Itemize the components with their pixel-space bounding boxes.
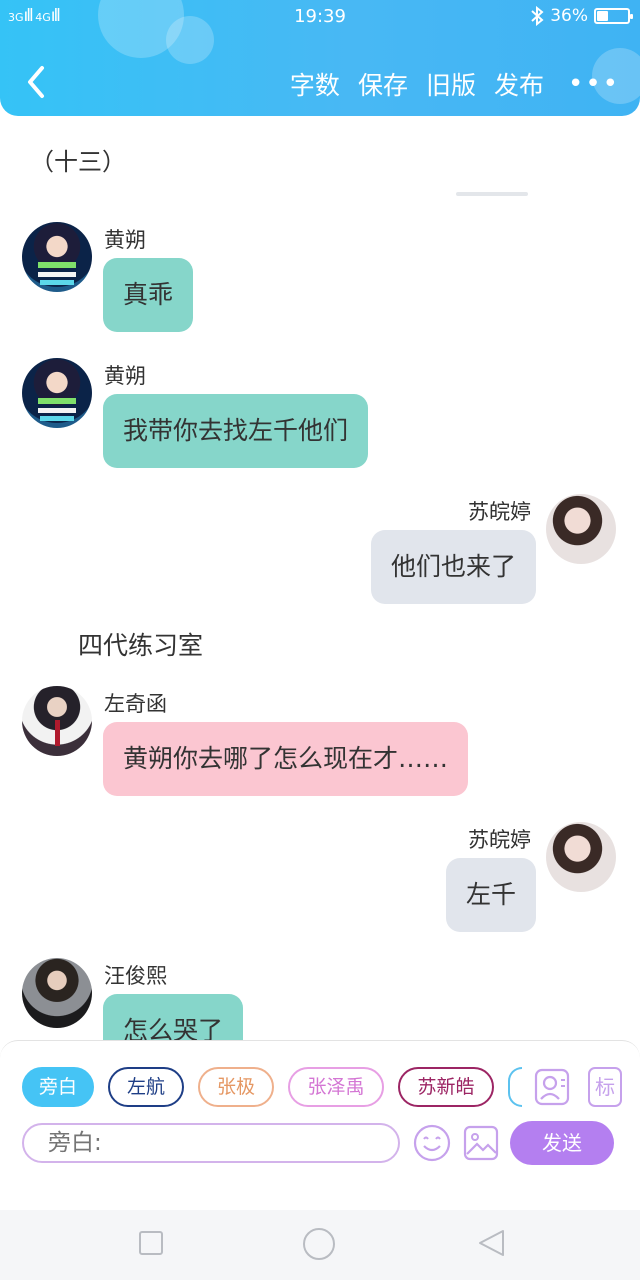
avatar[interactable]	[22, 686, 92, 756]
message-bubble[interactable]: 黄朔你去哪了怎么现在才……	[103, 722, 469, 796]
home-button[interactable]	[302, 1227, 336, 1265]
avatar[interactable]	[546, 494, 616, 564]
chat-area[interactable]: （十三） 黄朔 真乖 黄朔 我带你去找左千他们 苏皖婷 他们也来了 四代练习室 …	[0, 116, 640, 1040]
character-chip-narration[interactable]: 旁白	[22, 1067, 94, 1107]
tag-button[interactable]: 标	[588, 1067, 622, 1107]
sender-name: 左奇函	[104, 692, 167, 716]
message-bubble[interactable]: 怎么哭了	[103, 994, 244, 1040]
more-options-button[interactable]: •••	[568, 69, 620, 99]
square-icon	[139, 1231, 163, 1255]
header-actions: 字数 保存 旧版 发布 •••	[290, 66, 620, 102]
contact-icon[interactable]	[534, 1067, 570, 1107]
narration-text: 四代练习室	[78, 631, 204, 660]
battery-fill	[597, 11, 608, 21]
character-chip[interactable]: 张泽禹	[288, 1067, 384, 1107]
character-chip[interactable]: 张极	[198, 1067, 274, 1107]
save-button[interactable]: 保存	[358, 66, 408, 102]
recent-apps-button[interactable]	[138, 1230, 164, 1260]
word-count-button[interactable]: 字数	[290, 66, 340, 102]
sender-name: 苏皖婷	[468, 500, 531, 524]
status-right: 36%	[530, 6, 633, 26]
character-chip-partial[interactable]	[508, 1067, 522, 1107]
battery-icon	[594, 8, 633, 24]
chapter-title: （十三）	[30, 148, 126, 176]
sender-name: 黄朔	[104, 228, 146, 252]
battery-percent: 36%	[550, 6, 588, 26]
avatar[interactable]	[22, 358, 92, 428]
triangle-back-icon	[479, 1230, 504, 1256]
avatar[interactable]	[546, 822, 616, 892]
system-nav-bar	[0, 1210, 640, 1280]
emoji-button[interactable]	[412, 1123, 452, 1163]
avatar-image	[55, 720, 60, 746]
chevron-left-icon	[28, 66, 44, 98]
image-icon	[463, 1125, 499, 1161]
circle-icon	[303, 1228, 335, 1260]
avatar[interactable]	[22, 222, 92, 292]
back-nav-button[interactable]	[476, 1228, 506, 1262]
old-version-button[interactable]: 旧版	[426, 66, 476, 102]
sender-name: 苏皖婷	[468, 828, 531, 852]
scroll-indicator	[456, 192, 528, 196]
sender-name: 汪俊熙	[104, 964, 167, 988]
image-button[interactable]	[462, 1123, 500, 1163]
back-button[interactable]	[22, 64, 52, 100]
avatar-image	[38, 398, 76, 421]
message-bubble[interactable]: 真乖	[103, 258, 194, 332]
message-input[interactable]	[22, 1123, 400, 1163]
contact-card-icon	[534, 1068, 570, 1106]
status-bar: 3Gıll 4Gıll 19:39 36%	[0, 4, 640, 30]
publish-button[interactable]: 发布	[494, 66, 544, 102]
sender-name: 黄朔	[104, 364, 146, 388]
character-chip[interactable]: 左航	[108, 1067, 184, 1107]
avatar-image	[38, 262, 76, 285]
message-bubble[interactable]: 我带你去找左千他们	[103, 394, 369, 468]
send-button[interactable]: 发送	[510, 1121, 614, 1165]
message-bubble[interactable]: 左千	[445, 858, 536, 932]
compose-panel: 旁白 左航 张极 张泽禹 苏新皓 标 发送	[0, 1040, 640, 1210]
character-chip[interactable]: 苏新皓	[398, 1067, 494, 1107]
bluetooth-icon	[531, 6, 544, 26]
avatar[interactable]	[22, 958, 92, 1028]
top-header: 3Gıll 4Gıll 19:39 36% 字数 保存 旧版 发布 •••	[0, 0, 640, 116]
message-bubble[interactable]: 他们也来了	[370, 530, 536, 604]
smiley-icon	[413, 1124, 451, 1162]
